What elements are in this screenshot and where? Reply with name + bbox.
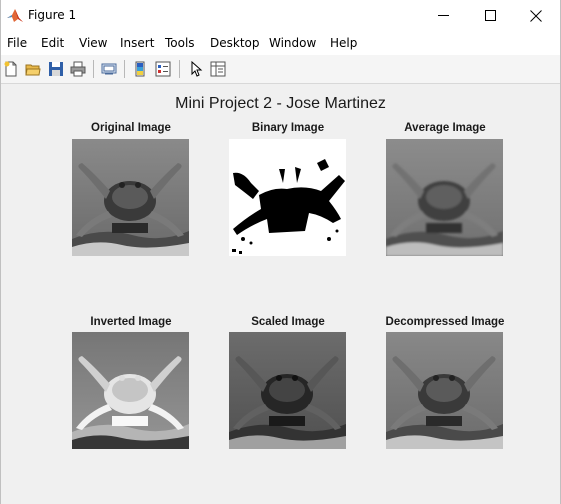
edit-plot-icon[interactable] <box>186 59 206 79</box>
close-icon <box>530 9 542 22</box>
subplot-title-decompressed: Decompressed Image <box>385 316 505 328</box>
minimize-button[interactable] <box>420 0 466 31</box>
inverted-image-axes[interactable] <box>72 332 189 449</box>
menu-desktop[interactable]: Desktop <box>210 36 260 50</box>
link-plot-icon[interactable] <box>99 59 119 79</box>
new-figure-icon[interactable] <box>1 59 21 79</box>
maximize-button[interactable] <box>467 0 513 31</box>
save-icon[interactable] <box>46 59 66 79</box>
figure-toolbar <box>0 55 561 84</box>
matlab-logo-icon <box>6 7 24 25</box>
menu-file[interactable]: File <box>7 36 27 50</box>
average-image-axes[interactable] <box>386 139 503 256</box>
subplot-title-scaled: Scaled Image <box>251 316 325 328</box>
insert-legend-icon[interactable] <box>153 59 173 79</box>
property-inspector-icon[interactable] <box>208 59 228 79</box>
toolbar-separator <box>124 60 125 78</box>
subplot-title-average: Average Image <box>404 122 486 134</box>
menu-tools[interactable]: Tools <box>165 36 195 50</box>
menu-window[interactable]: Window <box>269 36 316 50</box>
close-button[interactable] <box>513 0 559 31</box>
figure-canvas: Mini Project 2 - Jose Martinez Original … <box>0 84 561 504</box>
open-file-icon[interactable] <box>23 59 43 79</box>
scaled-image-axes[interactable] <box>229 332 346 449</box>
title-bar: Figure 1 <box>0 0 561 31</box>
decompressed-image-axes[interactable] <box>386 332 503 449</box>
original-image-axes[interactable] <box>72 139 189 256</box>
maximize-icon <box>484 10 496 21</box>
binary-image-axes[interactable] <box>229 139 346 256</box>
subplot-title-inverted: Inverted Image <box>90 316 172 328</box>
menu-insert[interactable]: Insert <box>120 36 154 50</box>
menu-help[interactable]: Help <box>330 36 357 50</box>
menu-view[interactable]: View <box>79 36 107 50</box>
toolbar-separator <box>93 60 94 78</box>
minimize-icon <box>437 10 449 21</box>
figure-title: Mini Project 2 - Jose Martinez <box>175 95 386 112</box>
menu-edit[interactable]: Edit <box>41 36 64 50</box>
print-icon[interactable] <box>68 59 88 79</box>
insert-colorbar-icon[interactable] <box>131 59 151 79</box>
toolbar-separator <box>179 60 180 78</box>
menu-bar: File Edit View Insert Tools Desktop Wind… <box>0 31 561 80</box>
subplot-title-binary: Binary Image <box>251 122 325 134</box>
window-left-border <box>0 0 1 504</box>
window-title: Figure 1 <box>28 8 77 22</box>
subplot-title-original: Original Image <box>91 122 171 134</box>
